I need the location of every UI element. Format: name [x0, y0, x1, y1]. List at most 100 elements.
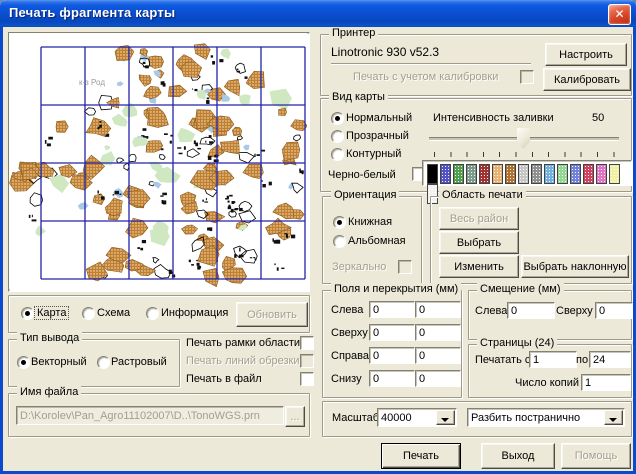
- radio-raster-label: Растровый: [111, 356, 167, 368]
- palette-swatch[interactable]: [492, 164, 503, 184]
- scale-dropdown-arrow-icon[interactable]: [436, 410, 455, 425]
- palette-swatch[interactable]: [570, 164, 581, 184]
- output-type-group: Тип вывода Векторный Растровый: [8, 339, 180, 387]
- offset-top-label: Сверху: [556, 305, 593, 317]
- margin-top-input-2[interactable]: [415, 324, 461, 341]
- select-area-button[interactable]: Выбрать: [439, 231, 519, 254]
- palette-swatch[interactable]: [427, 164, 438, 184]
- print-cutlines-label: Печать линий обрезки: [186, 355, 300, 367]
- margins-group: Поля и перекрытия (мм) Слева Сверху Спра…: [322, 290, 462, 398]
- margin-right-input-1[interactable]: [369, 347, 415, 364]
- radio-landscape[interactable]: [333, 235, 346, 248]
- radio-transparent-label: Прозрачный: [346, 130, 409, 142]
- palette-swatch[interactable]: [505, 164, 516, 184]
- orientation-title: Ориентация: [331, 189, 399, 201]
- palette-swatch[interactable]: [453, 164, 464, 184]
- split-value: Разбить постранично: [471, 412, 580, 424]
- palette-swatch[interactable]: [479, 164, 490, 184]
- margins-title: Поля и перекрытия (мм): [331, 283, 461, 295]
- radio-scheme[interactable]: [82, 307, 95, 320]
- margin-left-label: Слева: [331, 304, 363, 316]
- margin-top-label: Сверху: [331, 327, 368, 339]
- palette-swatch[interactable]: [466, 164, 477, 184]
- scale-value: 40000: [381, 412, 412, 424]
- output-type-title: Тип вывода: [17, 332, 82, 344]
- dialog-title: Печать фрагмента карты: [9, 5, 175, 20]
- margin-bottom-input-1[interactable]: [369, 370, 415, 387]
- offset-left-input[interactable]: [507, 302, 555, 319]
- offset-top-input[interactable]: [595, 302, 633, 319]
- palette-swatch[interactable]: [557, 164, 568, 184]
- split-combobox[interactable]: Разбить постранично: [467, 408, 625, 427]
- radio-contour-label: Контурный: [346, 148, 401, 160]
- pages-to-label: по: [576, 354, 588, 366]
- intensity-label: Интенсивность заливки: [433, 112, 554, 124]
- printer-title: Принтер: [329, 27, 378, 39]
- radio-portrait-label: Книжная: [348, 216, 392, 228]
- pages-to-input[interactable]: [589, 351, 631, 368]
- margin-right-label: Справа: [331, 350, 369, 362]
- radio-vector[interactable]: [17, 356, 30, 369]
- radio-map[interactable]: [21, 307, 34, 320]
- palette-swatch[interactable]: [609, 164, 620, 184]
- margin-right-input-2[interactable]: [415, 347, 461, 364]
- margin-left-input-1[interactable]: [369, 301, 415, 318]
- calibrate-button[interactable]: Калибровать: [543, 68, 631, 91]
- print-button[interactable]: Печать: [381, 443, 461, 469]
- palette-swatch[interactable]: [583, 164, 594, 184]
- exit-button[interactable]: Выход: [481, 443, 555, 469]
- palette-swatch[interactable]: [518, 164, 529, 184]
- copies-input[interactable]: [581, 374, 631, 391]
- palette-swatch[interactable]: [440, 164, 451, 184]
- fill-palette: [422, 160, 632, 186]
- pages-group: Страницы (24) Печатать с по Число копий: [468, 344, 632, 398]
- close-button[interactable]: ✕: [608, 4, 631, 25]
- margin-top-input-1[interactable]: [369, 324, 415, 341]
- offset-group: Смещение (мм) Слева Сверху: [468, 290, 632, 340]
- radio-normal[interactable]: [331, 112, 344, 125]
- margin-left-input-2[interactable]: [415, 301, 461, 318]
- help-button: Помощь: [561, 443, 631, 469]
- file-name-input: [16, 406, 284, 425]
- margin-bottom-input-2[interactable]: [415, 370, 461, 387]
- copies-label: Число копий: [515, 377, 579, 389]
- browse-button: ...: [285, 406, 305, 427]
- select-oblique-button[interactable]: Выбрать наклонную: [521, 255, 629, 278]
- scale-combobox[interactable]: 40000: [377, 408, 457, 427]
- whole-region-button: Весь район: [439, 207, 519, 230]
- palette-swatch[interactable]: [544, 164, 555, 184]
- print-tofile-checkbox[interactable]: [300, 372, 314, 386]
- radio-raster[interactable]: [97, 356, 110, 369]
- svg-text:к-з Род: к-з Род: [79, 78, 105, 87]
- intensity-slider-thumb[interactable]: [517, 128, 530, 149]
- radio-info[interactable]: [146, 307, 159, 320]
- pages-from-label: Печатать с: [475, 354, 530, 366]
- radio-portrait[interactable]: [333, 216, 346, 229]
- radio-landscape-label: Альбомная: [348, 235, 406, 247]
- map-preview: к-з Род: [9, 33, 307, 289]
- radio-contour[interactable]: [331, 148, 344, 161]
- print-map-fragment-dialog: Печать фрагмента карты ✕ к-з Род Карта С…: [0, 0, 636, 474]
- close-icon: ✕: [614, 7, 624, 21]
- printer-name: Linotronic 930 v52.3: [331, 45, 439, 59]
- calibration-label: Печать с учетом калибровки: [353, 71, 498, 83]
- radio-transparent[interactable]: [331, 130, 344, 143]
- split-dropdown-arrow-icon[interactable]: [604, 410, 623, 425]
- scale-group: Масштаб 40000 Разбить постранично: [322, 401, 632, 437]
- print-cutlines-checkbox: [300, 354, 314, 368]
- modify-area-button[interactable]: Изменить: [439, 255, 519, 278]
- calibration-checkbox: [520, 70, 534, 84]
- printer-separator: [331, 63, 531, 65]
- radio-map-label: Карта: [35, 307, 68, 319]
- view-mode-group: Карта Схема Информация Обновить: [8, 295, 310, 333]
- print-frame-checkbox[interactable]: [300, 336, 314, 350]
- bw-label: Черно-белый: [328, 169, 396, 181]
- pages-from-input[interactable]: [529, 351, 577, 368]
- printer-setup-button[interactable]: Настроить: [545, 43, 627, 66]
- palette-swatch[interactable]: [531, 164, 542, 184]
- print-area-group: Область печати Весь район Выбрать Измени…: [430, 196, 632, 284]
- radio-info-label: Информация: [161, 307, 228, 319]
- map-view-title: Вид карты: [329, 91, 388, 103]
- palette-swatch[interactable]: [596, 164, 607, 184]
- map-view-group: Вид карты Нормальный Прозрачный Контурны…: [320, 98, 632, 192]
